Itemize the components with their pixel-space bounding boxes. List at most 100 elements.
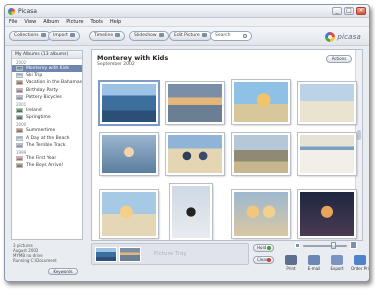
album-item[interactable]: The Terrible Track xyxy=(12,142,82,149)
album-thumbnail xyxy=(16,115,23,121)
edit-picture-label: Edit Picture xyxy=(174,33,200,38)
clear-button[interactable]: Clear xyxy=(253,256,274,264)
menu-bar: File View Album Picture Tools Help xyxy=(5,18,369,27)
album-item[interactable]: Monterey with Kids xyxy=(12,65,82,73)
picture-tray-label: Picture Tray xyxy=(154,251,187,257)
actions-button[interactable]: Actions xyxy=(326,55,352,63)
scrollbar-thumb[interactable] xyxy=(357,130,361,140)
order-prints-button[interactable]: Order Prints xyxy=(351,255,369,271)
zoom-slider-handle[interactable] xyxy=(331,242,337,249)
album-item[interactable]: Pottery Bicycles xyxy=(12,94,82,101)
timeline-button[interactable]: Timeline xyxy=(89,31,126,41)
menu-view[interactable]: View xyxy=(24,18,36,26)
album-thumbnail xyxy=(16,87,23,93)
print-label: Print xyxy=(286,266,296,271)
album-date: September 2002 xyxy=(97,62,135,67)
album-thumbnail xyxy=(16,73,23,79)
slideshow-button[interactable]: Slideshow xyxy=(129,31,169,41)
menu-picture[interactable]: Picture xyxy=(66,18,83,26)
collections-label: Collections xyxy=(14,33,39,38)
search-placeholder: Search xyxy=(215,33,231,38)
photo-grid-panel: Monterey with Kids September 2002 Action… xyxy=(91,49,363,241)
album-name: Monterey with Kids xyxy=(26,66,70,72)
menu-album[interactable]: Album xyxy=(43,18,59,26)
photo-thumbnail[interactable] xyxy=(232,190,290,238)
slideshow-label: Slideshow xyxy=(134,33,157,38)
search-input[interactable]: Search xyxy=(210,31,252,41)
album-item[interactable]: A Day at the Beach xyxy=(12,135,82,142)
album-item[interactable]: Summertime xyxy=(12,127,82,134)
email-button[interactable]: E-mail xyxy=(305,255,323,271)
slideshow-icon xyxy=(158,32,164,37)
photo-thumbnail[interactable] xyxy=(166,133,224,175)
import-label: Import xyxy=(53,33,68,38)
album-thumbnail xyxy=(16,108,23,114)
import-icon xyxy=(69,32,75,37)
photo-thumbnail[interactable] xyxy=(170,184,212,240)
album-item[interactable]: Vacation in the Bahamas xyxy=(12,79,82,86)
vertical-scrollbar[interactable] xyxy=(355,50,362,240)
print-button[interactable]: Print xyxy=(282,255,300,271)
clear-label: Clear xyxy=(257,257,268,262)
order-prints-icon xyxy=(354,255,366,265)
collections-button[interactable]: Collections xyxy=(9,31,51,41)
album-item[interactable]: The First Year xyxy=(12,155,82,162)
picasa-logo: picasa xyxy=(325,31,361,42)
photo-thumbnail[interactable] xyxy=(100,190,158,238)
large-thumbnail-icon[interactable] xyxy=(350,241,357,249)
album-name: A Day at the Beach xyxy=(26,135,70,141)
import-button[interactable]: Import xyxy=(48,31,80,41)
clear-icon xyxy=(267,258,271,262)
edit-picture-button[interactable]: Edit Picture xyxy=(169,31,212,41)
photo-thumbnail[interactable] xyxy=(298,133,356,175)
picasa-logo-icon xyxy=(325,31,336,42)
album-name: Birthday Party xyxy=(26,87,59,93)
edit-icon xyxy=(201,32,207,37)
timeline-label: Timeline xyxy=(94,33,114,38)
hold-label: Hold xyxy=(257,245,267,250)
photo-thumbnail[interactable] xyxy=(100,82,158,124)
album-item[interactable]: The Boys Arrive! xyxy=(12,162,82,169)
keywords-button[interactable]: Keywords xyxy=(48,268,78,275)
minimize-button[interactable]: _ xyxy=(332,7,342,15)
photo-thumbnail[interactable] xyxy=(232,80,290,124)
album-thumbnail xyxy=(16,94,23,100)
photo-thumbnail[interactable] xyxy=(298,190,356,238)
info-line: Running C:\Document xyxy=(13,258,57,263)
maximize-button[interactable]: □ xyxy=(344,7,354,15)
zoom-slider[interactable] xyxy=(295,241,357,251)
export-icon xyxy=(331,255,343,265)
tray-photo[interactable] xyxy=(119,247,141,262)
menu-help[interactable]: Help xyxy=(110,18,121,26)
photo-thumbnail[interactable] xyxy=(298,82,356,124)
album-item[interactable]: Birthday Party xyxy=(12,87,82,94)
album-name: Pottery Bicycles xyxy=(26,94,62,100)
menu-tools[interactable]: Tools xyxy=(90,18,102,26)
album-name: Vacation in the Bahamas xyxy=(25,80,82,86)
album-name: Summertime xyxy=(26,128,56,134)
album-name: Springtime xyxy=(26,115,51,121)
album-item[interactable]: Ireland xyxy=(12,107,82,114)
photo-thumbnail[interactable] xyxy=(232,133,290,175)
hold-button[interactable]: Hold xyxy=(253,244,274,252)
window-title: Picasa xyxy=(18,8,37,15)
album-item[interactable]: Springtime xyxy=(12,114,82,121)
menu-file[interactable]: File xyxy=(9,18,17,26)
chevron-down-icon xyxy=(40,32,46,37)
picture-tray: Picture Tray xyxy=(91,243,249,265)
picasa-window: Picasa _ □ × File View Album Picture Too… xyxy=(4,4,370,282)
album-list: My Albums (13 albums) 2002 Monterey with … xyxy=(11,50,83,240)
title-bar: Picasa _ □ × xyxy=(5,5,369,18)
close-button[interactable]: × xyxy=(356,7,366,15)
toolbar: Collections Import Timeline Slideshow Ed… xyxy=(5,27,369,46)
album-thumbnail xyxy=(16,80,23,86)
album-item[interactable]: Ski Trip xyxy=(12,72,82,79)
export-button[interactable]: Export xyxy=(328,255,346,271)
photo-thumbnail[interactable] xyxy=(100,133,158,175)
tray-photo[interactable] xyxy=(95,247,117,262)
small-thumbnail-icon[interactable] xyxy=(295,243,300,248)
photo-thumbnail[interactable] xyxy=(166,82,224,124)
export-actions: Print E-mail Export Order Prints xyxy=(282,255,369,271)
zoom-track[interactable] xyxy=(303,245,347,247)
album-list-header[interactable]: My Albums (13 albums) xyxy=(12,51,82,59)
